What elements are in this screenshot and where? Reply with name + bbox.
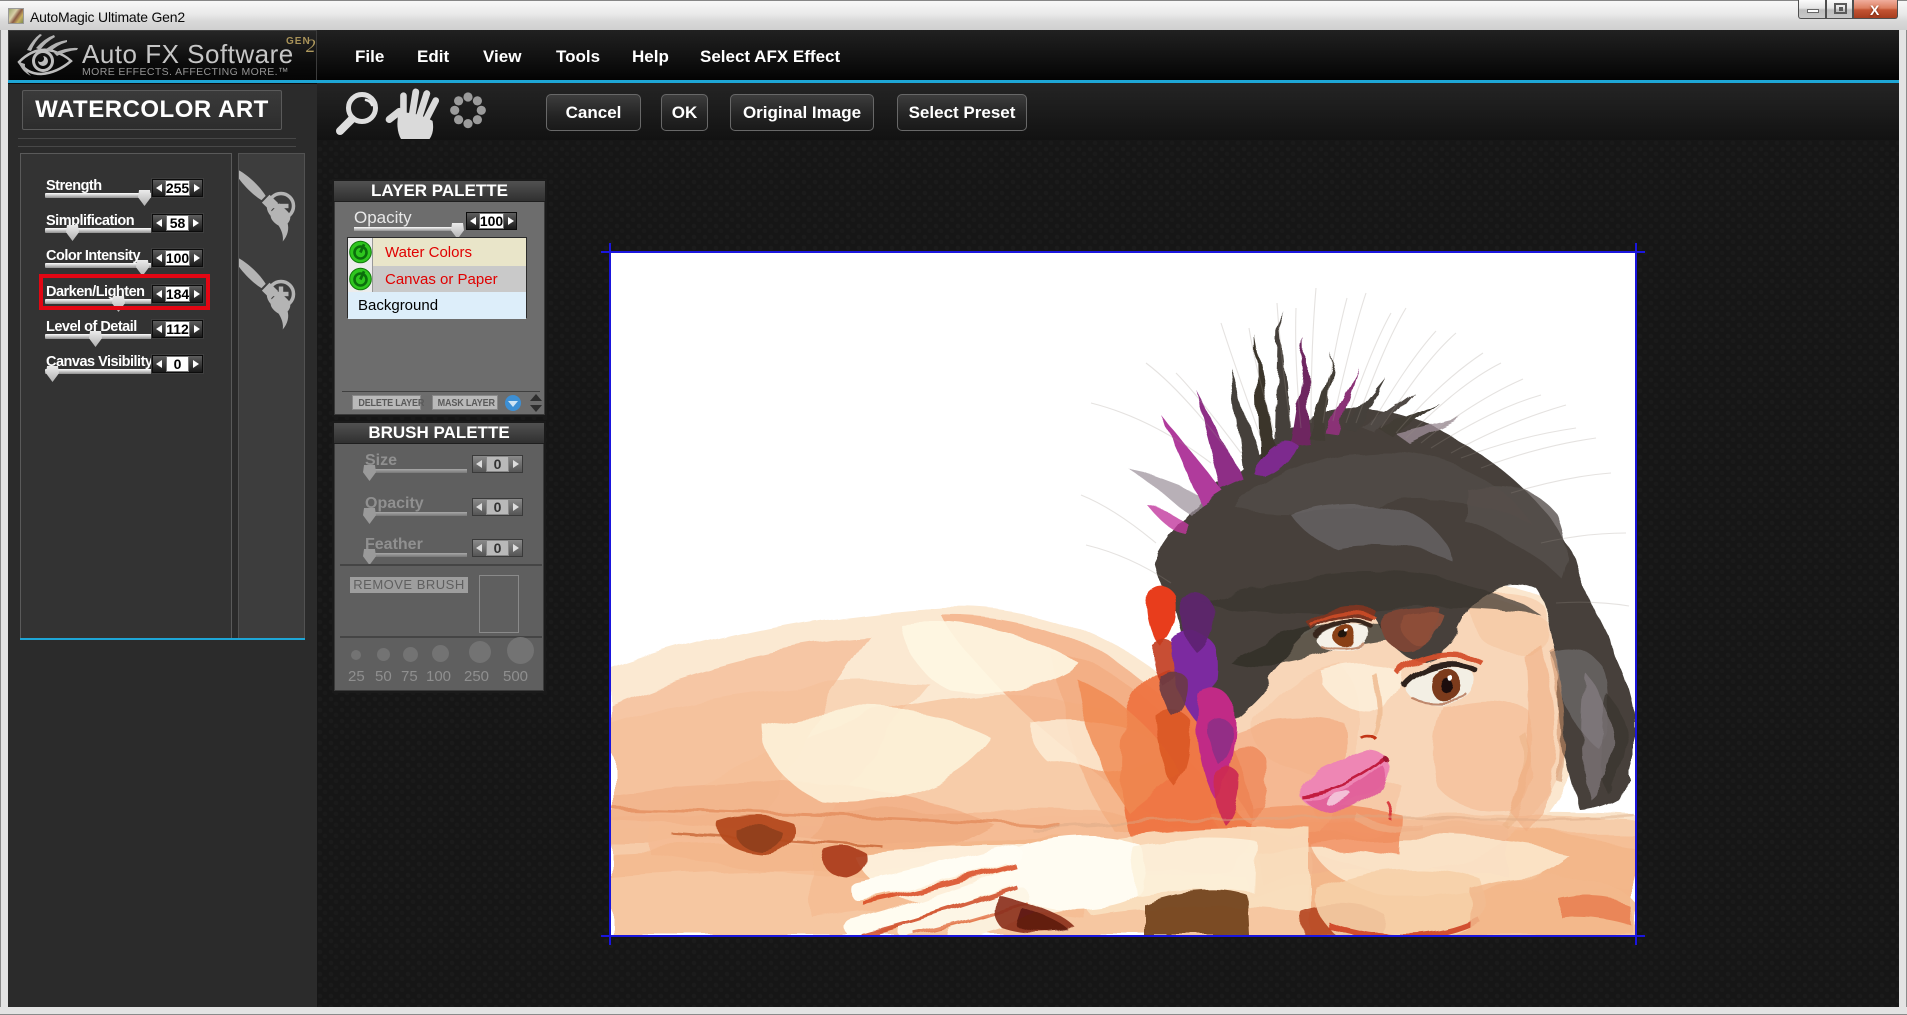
svg-text:2: 2 xyxy=(306,36,316,57)
svg-text:Auto FX Software: Auto FX Software xyxy=(82,39,294,69)
svg-text:MORE EFFECTS. AFFECTING MORE.™: MORE EFFECTS. AFFECTING MORE.™ xyxy=(82,66,289,78)
